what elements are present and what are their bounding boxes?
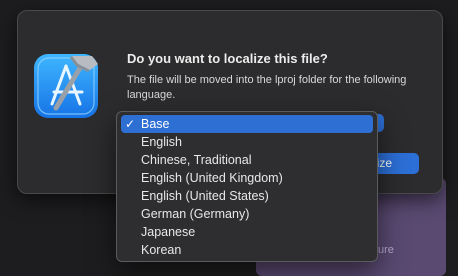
dialog-title: Do you want to localize this file? (127, 51, 328, 66)
dialog-message: The file will be moved into the lproj fo… (127, 74, 407, 101)
menu-item-label: Japanese (141, 225, 196, 239)
menu-item-japanese[interactable]: Japanese (121, 223, 373, 241)
language-dropdown-menu: ✓ Base English Chinese, Traditional Engl… (116, 111, 378, 262)
menu-item-german-germany[interactable]: German (Germany) (121, 205, 373, 223)
menu-item-base[interactable]: ✓ Base (121, 115, 373, 133)
menu-item-chinese-traditional[interactable]: Chinese, Traditional (121, 151, 373, 169)
menu-item-label: English (United States) (141, 189, 269, 203)
menu-item-label: German (Germany) (141, 207, 250, 221)
menu-item-english-uk[interactable]: English (United Kingdom) (121, 169, 373, 187)
menu-item-label: English (141, 135, 182, 149)
xcode-hammer-icon (34, 54, 98, 118)
checkmark-icon: ✓ (125, 117, 136, 131)
menu-item-korean[interactable]: Korean (121, 241, 373, 259)
menu-item-label: Base (141, 117, 170, 131)
menu-item-label: English (United Kingdom) (141, 171, 283, 185)
background-partial-label: ure (378, 244, 394, 256)
menu-item-english[interactable]: English (121, 133, 373, 151)
menu-item-label: Korean (141, 243, 182, 257)
menu-item-label: Chinese, Traditional (141, 153, 252, 167)
menu-item-english-us[interactable]: English (United States) (121, 187, 373, 205)
